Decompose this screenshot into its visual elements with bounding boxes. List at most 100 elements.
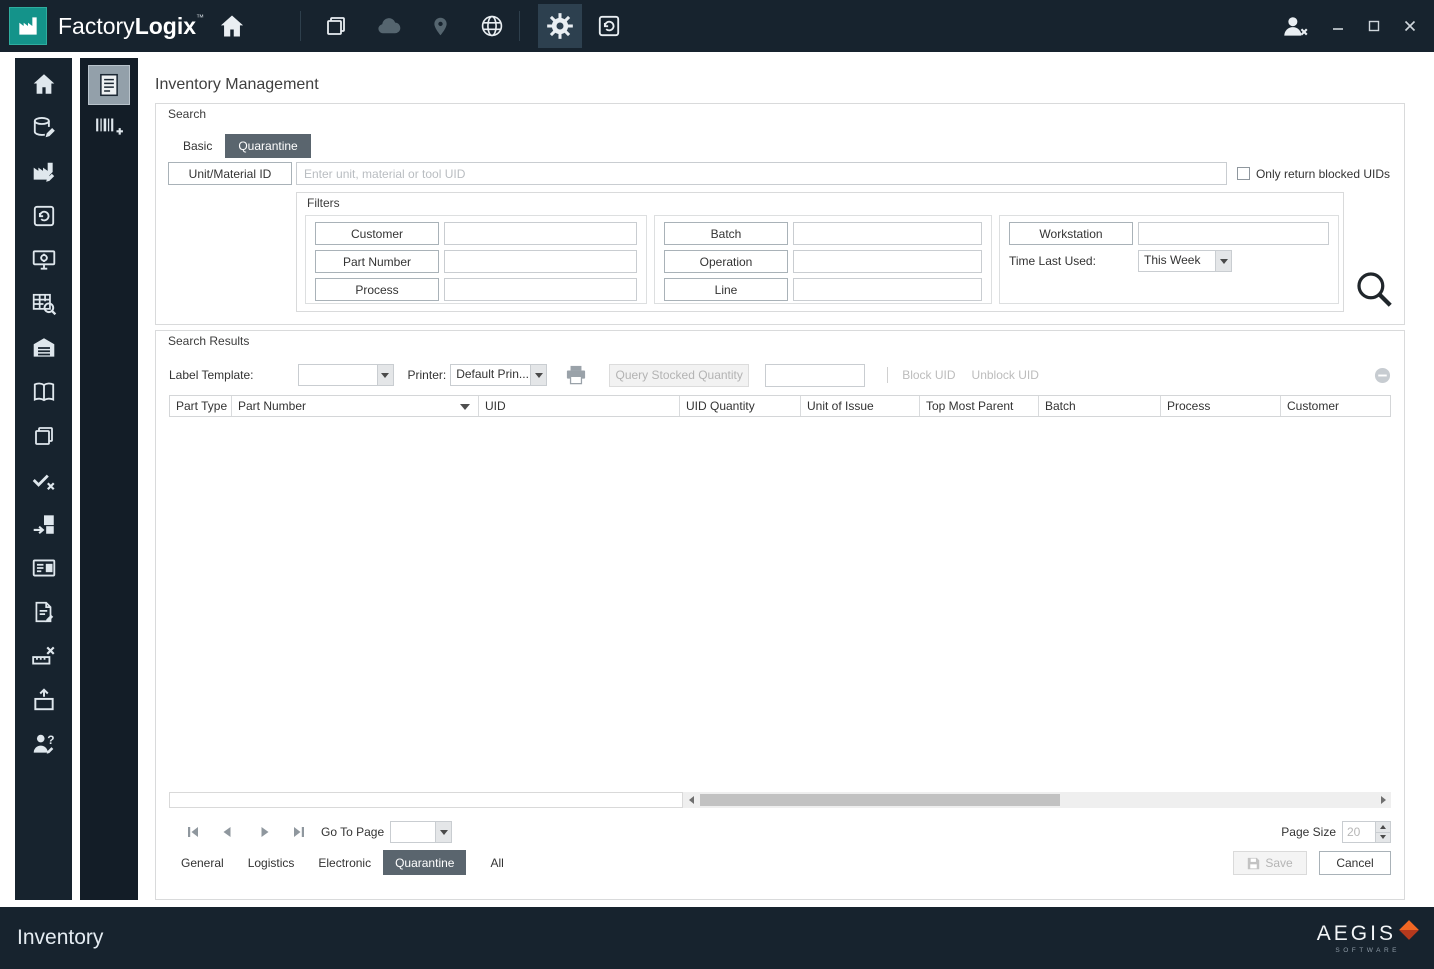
label-template-dropdown[interactable] [297, 364, 394, 386]
sidebar-item-document-edit[interactable] [31, 599, 57, 625]
collapse-results-button[interactable] [1374, 367, 1391, 384]
sort-desc-icon[interactable] [460, 403, 470, 415]
barcode-add-icon [96, 118, 123, 135]
page-size-spinner [1342, 821, 1391, 843]
sidebar-item-site-edit[interactable] [31, 159, 57, 185]
line-filter-button[interactable]: Line [664, 278, 788, 301]
uid-search-input[interactable] [296, 162, 1227, 185]
module-item-inventory-management-selected[interactable] [88, 65, 130, 105]
sidebar-item-id-card[interactable] [31, 555, 57, 581]
only-blocked-checkbox[interactable] [1236, 167, 1250, 180]
close-button[interactable] [1400, 16, 1420, 36]
history-button[interactable] [592, 9, 626, 43]
operation-filter-input[interactable] [793, 250, 982, 273]
cloud-button[interactable] [371, 9, 405, 43]
sidebar-item-documentation[interactable] [31, 379, 57, 405]
block-uid-button[interactable]: Block UID [902, 368, 955, 382]
chevron-down-icon[interactable] [376, 365, 393, 385]
globe-button[interactable] [475, 9, 509, 43]
tab-quarantine-search[interactable]: Quarantine [225, 134, 311, 158]
column-header-uid[interactable]: UID [479, 396, 680, 416]
scroll-right-button[interactable] [1376, 792, 1391, 808]
chevron-down-icon[interactable] [1215, 251, 1231, 271]
next-page-button[interactable] [257, 825, 273, 839]
tab-basic[interactable]: Basic [170, 134, 225, 158]
cancel-button[interactable]: Cancel [1319, 851, 1391, 875]
search-groupbox: Search Basic Quarantine Unit/Material ID… [155, 103, 1405, 325]
column-header-uid-quantity[interactable]: UID Quantity [680, 396, 801, 416]
chevron-down-icon[interactable] [435, 822, 452, 842]
query-stocked-quantity-button[interactable]: Query Stocked Quantity [609, 363, 750, 387]
minimize-button[interactable] [1328, 16, 1348, 36]
customer-filter-button[interactable]: Customer [315, 222, 439, 245]
process-filter-input[interactable] [444, 278, 637, 301]
line-filter-input[interactable] [793, 278, 982, 301]
print-button[interactable] [565, 365, 587, 385]
stocked-quantity-input[interactable] [765, 363, 866, 387]
sidebar-item-templates[interactable] [31, 423, 57, 449]
sidebar-item-data-edit[interactable] [31, 115, 57, 141]
home-button[interactable] [218, 12, 246, 40]
stepper-down-button[interactable] [1376, 831, 1390, 842]
column-header-unit-of-issue[interactable]: Unit of Issue [801, 396, 920, 416]
part-number-filter-input[interactable] [444, 250, 637, 273]
sidebar-item-workstation[interactable] [31, 247, 57, 273]
sidebar-item-verify[interactable] [31, 467, 57, 493]
scroll-left-button[interactable] [683, 792, 698, 808]
save-button[interactable]: Save [1233, 851, 1307, 875]
unblock-uid-button[interactable]: Unblock UID [972, 368, 1039, 382]
maximize-button[interactable] [1364, 16, 1384, 36]
prev-page-button[interactable] [219, 825, 235, 839]
only-blocked-checkbox-wrap[interactable]: Only return blocked UIDs [1236, 167, 1390, 181]
results-table-body[interactable] [169, 417, 1391, 791]
module-item-barcode-add[interactable] [92, 112, 126, 140]
pinned-scroll-area[interactable] [169, 792, 683, 808]
sidebar-item-history[interactable] [31, 203, 57, 229]
time-last-used-dropdown[interactable]: This Week [1138, 250, 1232, 272]
scrollbar-thumb[interactable] [700, 794, 1060, 806]
unit-material-id-button[interactable]: Unit/Material ID [168, 162, 292, 185]
column-header-top-most-parent[interactable]: Top Most Parent [920, 396, 1039, 416]
id-card-icon [32, 559, 55, 577]
go-to-page-dropdown[interactable] [390, 821, 453, 843]
column-header-part-type[interactable]: Part Type [170, 396, 232, 416]
location-button[interactable] [423, 9, 457, 43]
operation-filter-button[interactable]: Operation [664, 250, 788, 273]
column-header-batch[interactable]: Batch [1039, 396, 1161, 416]
page-size-input[interactable] [1342, 821, 1376, 843]
execute-search-button[interactable] [1354, 269, 1394, 314]
sidebar-item-warehouse[interactable] [31, 335, 57, 361]
settings-button-selected[interactable] [538, 4, 583, 48]
part-number-filter-button[interactable]: Part Number [315, 250, 439, 273]
column-header-customer[interactable]: Customer [1281, 396, 1390, 416]
tab-electronic[interactable]: Electronic [306, 850, 383, 875]
tab-logistics[interactable]: Logistics [236, 850, 307, 875]
sidebar-item-inventory-search[interactable] [31, 291, 57, 317]
chevron-down-icon[interactable] [530, 365, 547, 385]
scrollbar-track[interactable] [698, 792, 1376, 808]
customer-filter-input[interactable] [444, 222, 637, 245]
process-filter-button[interactable]: Process [315, 278, 439, 301]
column-header-part-number[interactable]: Part Number [232, 396, 479, 416]
layers-button[interactable] [319, 9, 353, 43]
workstation-icon [32, 250, 55, 270]
tab-all[interactable]: All [478, 850, 515, 875]
workstation-filter-input[interactable] [1138, 222, 1329, 245]
batch-filter-button[interactable]: Batch [664, 222, 788, 245]
stepper-up-button[interactable] [1376, 822, 1390, 832]
sidebar-item-home[interactable] [31, 71, 57, 97]
batch-filter-input[interactable] [793, 222, 982, 245]
app-title-regular: Factory [58, 12, 135, 39]
printer-dropdown[interactable]: Default Prin... [450, 364, 548, 386]
sidebar-item-measure[interactable] [31, 643, 57, 669]
sidebar-item-ship[interactable] [31, 687, 57, 713]
last-page-button[interactable] [291, 825, 307, 839]
tab-quarantine[interactable]: Quarantine [383, 850, 467, 875]
column-header-process[interactable]: Process [1161, 396, 1281, 416]
first-page-button[interactable] [185, 825, 201, 839]
tab-general[interactable]: General [169, 850, 236, 875]
sidebar-item-receive[interactable] [31, 511, 57, 537]
user-logout-button[interactable] [1278, 9, 1312, 43]
sidebar-item-operator-help[interactable]: ? [31, 731, 57, 757]
workstation-filter-button[interactable]: Workstation [1009, 222, 1133, 245]
